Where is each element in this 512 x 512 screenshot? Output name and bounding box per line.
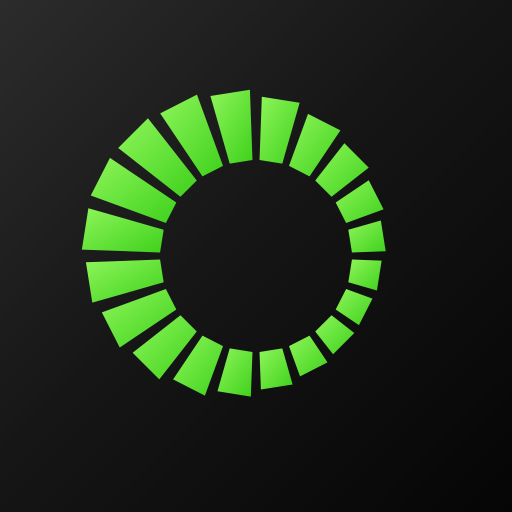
loading-spinner-icon xyxy=(81,89,386,397)
spinner-segment xyxy=(348,220,386,253)
spinner-segment xyxy=(335,288,373,326)
spinner-segment xyxy=(315,315,355,355)
app-icon xyxy=(0,0,512,512)
spinner-segment xyxy=(259,348,293,390)
spinner-segment xyxy=(348,259,382,291)
spinner-segment xyxy=(288,335,328,377)
spinner-segment xyxy=(217,348,253,397)
